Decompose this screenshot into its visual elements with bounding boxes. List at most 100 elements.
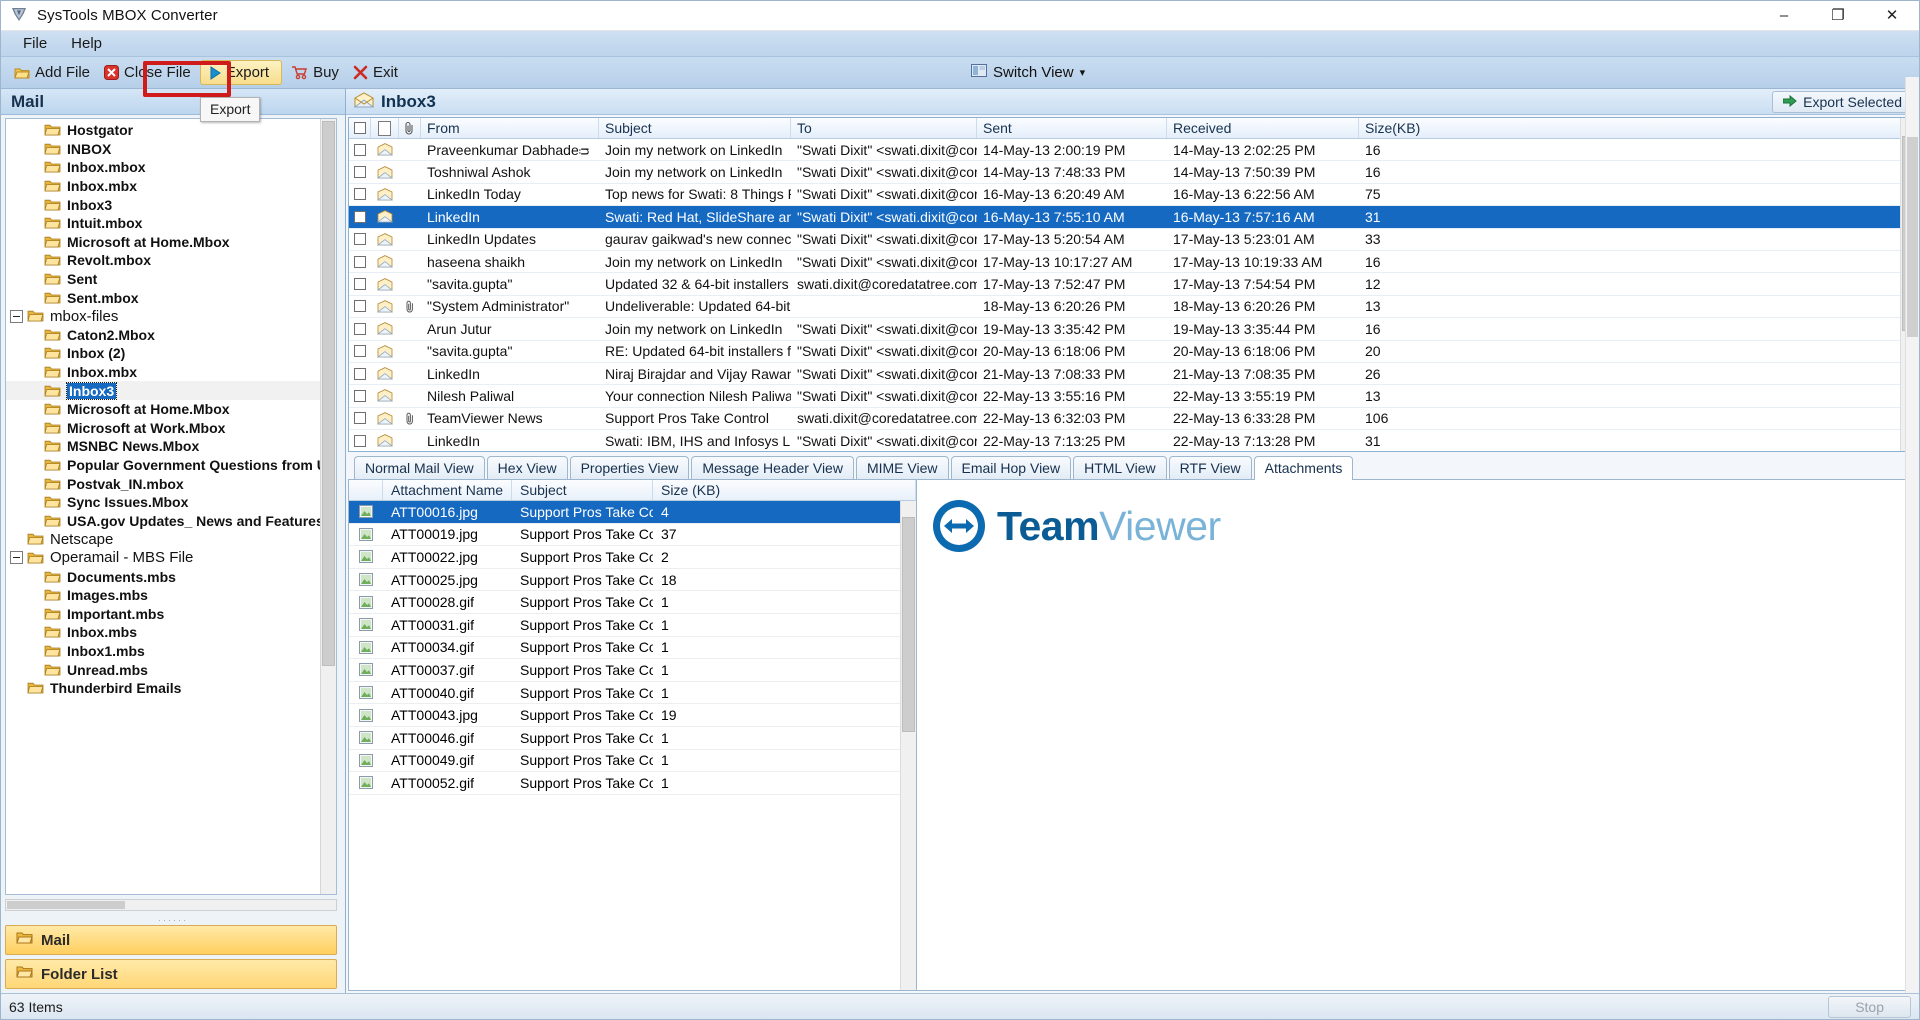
tree-item[interactable]: Microsoft at Home.Mbox <box>6 233 336 252</box>
row-checkbox-cell[interactable] <box>349 300 371 313</box>
attachment-row[interactable]: ATT00016.jpg Support Pros Take Control 4 <box>349 501 916 524</box>
attachment-row[interactable]: ATT00046.gif Support Pros Take Control 1 <box>349 727 916 750</box>
mail-row[interactable]: Praveenkumar Dabhadeᴞ Join my network on … <box>349 139 1916 162</box>
tree-item[interactable]: Inbox3 <box>6 381 336 400</box>
close-file-button[interactable]: Close File <box>97 61 198 84</box>
tree-item[interactable]: Inbox1.mbs <box>6 642 336 661</box>
viewer-tab[interactable]: Message Header View <box>691 456 854 479</box>
tree-item[interactable]: Thunderbird Emails <box>6 679 336 698</box>
folder-tree[interactable]: Hostgator INBOX Inbox.mbox Inbox.mbx Inbox3 I… <box>6 119 336 894</box>
attachment-row[interactable]: ATT00040.gif Support Pros Take Control 1 <box>349 682 916 705</box>
minimize-button[interactable]: – <box>1757 1 1811 31</box>
tree-item[interactable]: Popular Government Questions from U <box>6 456 336 475</box>
attachment-row[interactable]: ATT00034.gif Support Pros Take Control 1 <box>349 637 916 660</box>
row-checkbox[interactable] <box>354 255 366 268</box>
row-checkbox[interactable] <box>354 143 366 156</box>
viewer-tab[interactable]: Attachments <box>1253 456 1354 480</box>
column-header-attachment-size[interactable]: Size (KB) <box>653 480 916 500</box>
attachment-row[interactable]: ATT00049.gif Support Pros Take Control 1 <box>349 750 916 773</box>
tree-item[interactable]: Hostgator <box>6 121 336 140</box>
row-checkbox[interactable] <box>354 367 366 380</box>
row-checkbox[interactable] <box>354 300 366 313</box>
mail-row[interactable]: haseena shaikh Join my network on LinkedI… <box>349 251 1916 274</box>
menu-item-file[interactable]: File <box>11 32 59 55</box>
exit-button[interactable]: Exit <box>346 61 405 84</box>
row-checkbox[interactable] <box>354 233 366 246</box>
maximize-button[interactable]: ❐ <box>1811 1 1865 31</box>
viewer-tab[interactable]: HTML View <box>1073 456 1167 479</box>
row-checkbox-cell[interactable] <box>349 255 371 268</box>
row-checkbox[interactable] <box>354 322 366 335</box>
row-checkbox-cell[interactable] <box>349 367 371 380</box>
tree-item[interactable]: Postvak_IN.mbox <box>6 474 336 493</box>
window-scroll-thumb[interactable] <box>1907 137 1918 337</box>
column-header-size[interactable]: Size(KB) <box>1359 118 1916 138</box>
tree-item[interactable]: Microsoft at Home.Mbox <box>6 400 336 419</box>
tree-item[interactable]: Revolt.mbox <box>6 251 336 270</box>
mail-row[interactable]: LinkedIn Today Top news for Swati: 8 Thin… <box>349 184 1916 207</box>
row-checkbox-cell[interactable] <box>349 345 371 358</box>
stop-button[interactable]: Stop <box>1828 995 1911 1018</box>
viewer-tab[interactable]: Email Hop View <box>950 456 1072 479</box>
close-button[interactable]: ✕ <box>1865 1 1919 31</box>
tree-item[interactable]: Inbox.mbox <box>6 158 336 177</box>
tree-item[interactable]: Sync Issues.Mbox <box>6 493 336 512</box>
column-header-subject[interactable]: Subject <box>599 118 791 138</box>
tree-item[interactable]: Microsoft at Work.Mbox <box>6 419 336 438</box>
mail-row[interactable]: TeamViewer News Support Pros Take Control… <box>349 408 1916 431</box>
row-checkbox-cell[interactable] <box>349 322 371 335</box>
tree-item[interactable]: mbox-files <box>6 307 336 326</box>
row-checkbox[interactable] <box>354 210 366 223</box>
attachment-row[interactable]: ATT00052.gif Support Pros Take Control 1 <box>349 772 916 795</box>
mail-row[interactable]: LinkedIn Swati: IBM, IHS and Infosys Limi… <box>349 430 1916 451</box>
column-header-from[interactable]: From <box>421 118 599 138</box>
attachment-row[interactable]: ATT00028.gif Support Pros Take Control 1 <box>349 591 916 614</box>
sidebar-splitter-grip[interactable]: ······ <box>1 915 345 925</box>
column-header-attachment-subject[interactable]: Subject <box>512 480 653 500</box>
column-read-status[interactable] <box>371 118 399 138</box>
tree-item[interactable]: Inbox (2) <box>6 344 336 363</box>
mail-row[interactable]: LinkedIn Swati: Red Hat, SlideShare and H… <box>349 206 1916 229</box>
row-checkbox-cell[interactable] <box>349 143 371 156</box>
row-checkbox[interactable] <box>354 278 366 291</box>
tree-item[interactable]: Inbox.mbx <box>6 363 336 382</box>
switch-view-button[interactable]: Switch View ▾ <box>963 61 1093 84</box>
row-checkbox-cell[interactable] <box>349 233 371 246</box>
row-checkbox[interactable] <box>354 412 366 425</box>
row-checkbox[interactable] <box>354 166 366 179</box>
attachment-row[interactable]: ATT00025.jpg Support Pros Take Control 18 <box>349 569 916 592</box>
tree-item[interactable]: Caton2.Mbox <box>6 326 336 345</box>
column-header-attachment-name[interactable]: Attachment Name <box>383 480 512 500</box>
sidebar-panel-mail[interactable]: Mail <box>5 925 337 955</box>
tree-item[interactable]: Documents.mbs <box>6 567 336 586</box>
tree-item[interactable]: USA.gov Updates_ News and Features.M <box>6 511 336 530</box>
tree-collapse-icon[interactable] <box>10 551 23 565</box>
attachment-row[interactable]: ATT00043.jpg Support Pros Take Control 19 <box>349 704 916 727</box>
buy-button[interactable]: Buy <box>284 61 346 84</box>
viewer-tab[interactable]: Normal Mail View <box>354 456 485 479</box>
column-select-all[interactable] <box>349 118 371 138</box>
tree-item[interactable]: Inbox.mbx <box>6 177 336 196</box>
menu-item-help[interactable]: Help <box>59 32 114 55</box>
tree-item[interactable]: Inbox3 <box>6 195 336 214</box>
row-checkbox-cell[interactable] <box>349 434 371 447</box>
export-selected-button[interactable]: Export Selected <box>1772 91 1913 113</box>
row-checkbox[interactable] <box>354 188 366 201</box>
tree-vertical-scrollbar[interactable] <box>320 119 336 894</box>
row-checkbox[interactable] <box>354 345 366 358</box>
column-header-to[interactable]: To <box>791 118 977 138</box>
tree-item[interactable]: Intuit.mbox <box>6 214 336 233</box>
tree-item[interactable]: Important.mbs <box>6 604 336 623</box>
tree-horizontal-scrollbar[interactable] <box>5 899 337 911</box>
row-checkbox-cell[interactable] <box>349 278 371 291</box>
tree-item[interactable]: Images.mbs <box>6 586 336 605</box>
select-all-checkbox[interactable] <box>353 122 366 134</box>
attachments-scroll-thumb[interactable] <box>902 517 915 732</box>
tree-item[interactable]: Sent <box>6 270 336 289</box>
column-header-sent[interactable]: Sent <box>977 118 1167 138</box>
export-button[interactable]: Export <box>199 60 283 85</box>
mail-row[interactable]: "savita.gupta" RE: Updated 64-bit install… <box>349 341 1916 363</box>
mail-row[interactable]: "System Administrator" Undeliverable: Upd… <box>349 296 1916 319</box>
add-file-button[interactable]: Add File <box>7 61 97 84</box>
mail-row[interactable]: Arun Jutur Join my network on LinkedIn "Sw… <box>349 318 1916 341</box>
